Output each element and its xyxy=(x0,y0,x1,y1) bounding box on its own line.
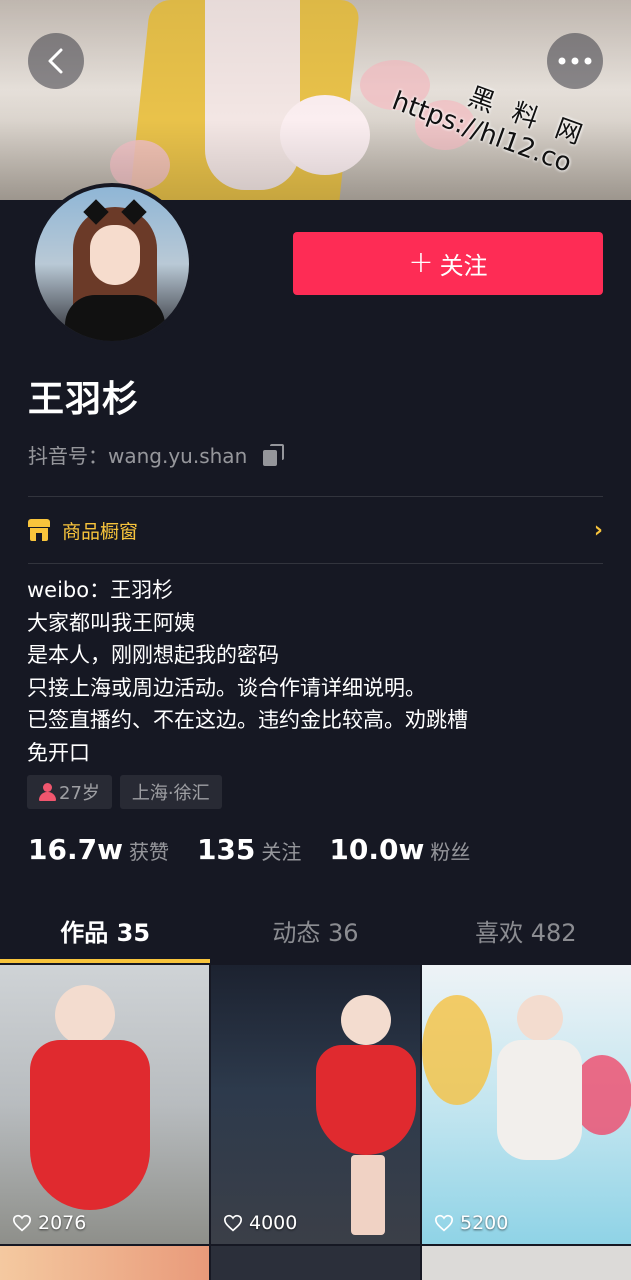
like-count: 5200 xyxy=(460,1212,509,1234)
tab-dynamics[interactable]: 动态 36 xyxy=(210,900,420,960)
chevron-right-icon: › xyxy=(593,517,603,543)
video-grid: 2076 4000 5200 xyxy=(0,965,631,1244)
profile-name: 王羽杉 xyxy=(28,379,140,420)
shop-icon xyxy=(28,519,50,541)
back-button[interactable] xyxy=(28,33,84,89)
bio-text: weibo：王羽杉 大家都叫我王阿姨 是本人，刚刚想起我的密码 只接上海或周边活… xyxy=(27,578,468,765)
following-label[interactable]: 关注 xyxy=(261,836,301,865)
follow-button[interactable]: + 关注 xyxy=(293,232,603,295)
avatar[interactable] xyxy=(31,183,193,345)
divider xyxy=(28,563,603,564)
plus-icon: + xyxy=(408,244,434,280)
chevron-left-icon xyxy=(48,48,63,74)
like-count: 2076 xyxy=(38,1212,87,1234)
video-thumbnail[interactable] xyxy=(422,1246,631,1280)
video-thumbnail[interactable]: 2076 xyxy=(0,965,209,1244)
tab-works[interactable]: 作品 35 xyxy=(0,900,211,963)
profile-stats: 16.7w 获赞 135 关注 10.0w 粉丝 xyxy=(28,833,498,866)
douyin-id: wang.yu.shan xyxy=(108,444,248,468)
heart-icon xyxy=(12,1214,32,1232)
copy-icon[interactable] xyxy=(263,443,287,466)
followers-count[interactable]: 10.0w xyxy=(329,833,424,866)
heart-icon xyxy=(223,1214,243,1232)
following-count[interactable]: 135 xyxy=(197,833,255,866)
cover-banner: 黑 料 网 https://hl12.co xyxy=(0,0,631,200)
divider xyxy=(28,496,603,497)
tab-likes[interactable]: 喜欢 482 xyxy=(421,900,631,960)
like-count: 4000 xyxy=(249,1212,298,1234)
video-grid-next-row xyxy=(0,1246,631,1280)
followers-label[interactable]: 粉丝 xyxy=(430,836,470,865)
shop-window-link[interactable]: 商品橱窗 › xyxy=(28,510,603,550)
location-tag: 上海·徐汇 xyxy=(119,775,222,809)
heart-icon xyxy=(434,1214,454,1232)
shop-window-label: 商品橱窗 xyxy=(62,520,139,543)
video-thumbnail[interactable] xyxy=(211,1246,420,1280)
likes-count: 16.7w xyxy=(28,833,123,866)
age-tag: 27岁 xyxy=(27,775,112,809)
more-button[interactable] xyxy=(547,33,603,89)
video-thumbnail[interactable]: 5200 xyxy=(422,965,631,1244)
female-icon xyxy=(39,783,56,801)
douyin-id-row: 抖音号：wang.yu.shan xyxy=(28,440,287,469)
likes-label: 获赞 xyxy=(128,840,169,864)
video-thumbnail[interactable]: 4000 xyxy=(211,965,420,1244)
profile-tags: 27岁 上海·徐汇 xyxy=(27,775,222,809)
content-tabs: 作品 35 动态 36 喜欢 482 xyxy=(0,900,631,963)
more-dots-icon xyxy=(558,57,592,65)
video-thumbnail[interactable] xyxy=(0,1246,209,1280)
